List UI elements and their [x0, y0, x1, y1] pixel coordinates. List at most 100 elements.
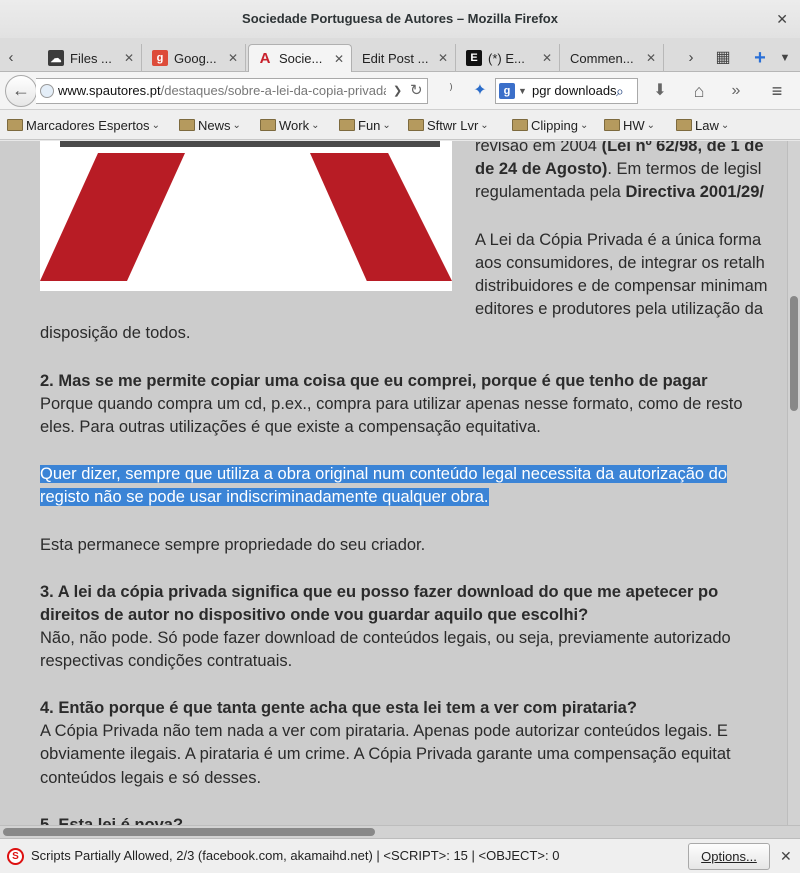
- tab-label: Goog...: [174, 50, 217, 66]
- tab-scroll-left-icon[interactable]: ‹: [0, 44, 22, 72]
- paragraph-line: aos consumidores, de integrar os retalh: [475, 254, 765, 272]
- question-heading: direitos de autor no dispositivo onde vo…: [40, 606, 589, 624]
- google-search-icon: g: [499, 83, 515, 99]
- paragraph-line: A Lei da Cópia Privada é a única forma: [475, 231, 762, 249]
- folder-icon: [408, 119, 424, 131]
- bookmark-folder-law[interactable]: Law ⌄: [676, 115, 729, 135]
- e-logo-icon: E: [466, 50, 482, 66]
- paragraph-line: editores e produtores pela utilização da: [475, 300, 764, 318]
- tab-label: Edit Post ...: [362, 50, 429, 66]
- download-icon[interactable]: ⬇: [650, 80, 670, 102]
- folder-icon: [179, 119, 195, 131]
- horizontal-scrollbar[interactable]: [0, 825, 800, 838]
- search-engine-dropdown-icon[interactable]: ▼: [518, 79, 527, 103]
- noscript-notification-bar: S Scripts Partially Allowed, 2/3 (facebo…: [0, 838, 800, 873]
- paragraph-line: distribuidores e de compensar minimam: [475, 277, 768, 295]
- page-content: revisão em 2004 (Lei nº 62/98, de 1 de d…: [0, 141, 787, 825]
- tab-close-icon[interactable]: ✕: [121, 51, 137, 65]
- cloud-icon: ☁: [48, 50, 64, 66]
- selected-text-line[interactable]: registo não se pode usar indiscriminadam…: [40, 486, 489, 509]
- chevron-down-icon: ⌄: [480, 119, 489, 131]
- chevron-down-icon: ⌄: [720, 119, 730, 131]
- chevron-down-icon: ⌄: [311, 119, 320, 131]
- tab-label: (*) E...: [488, 50, 525, 66]
- google-icon: g: [152, 50, 168, 66]
- paragraph-line: disposição de todos.: [40, 324, 191, 342]
- tab-google[interactable]: g Goog... ✕: [144, 44, 246, 72]
- url-path: /destaques/sobre-a-lei-da-copia-privada: [160, 83, 386, 98]
- noscript-icon: S: [7, 848, 24, 865]
- close-icon[interactable]: ✕: [780, 839, 792, 873]
- url-dropdown-icon[interactable]: ❯: [393, 79, 402, 103]
- paragraph-line: regulamentada pela Directiva 2001/29/: [475, 183, 764, 201]
- paragraph-line: Não, não pode. Só pode fazer download de…: [40, 629, 731, 647]
- tab-close-icon[interactable]: ✕: [331, 52, 347, 66]
- tab-label: Socie...: [279, 51, 323, 66]
- window-title: Sociedade Portuguesa de Autores – Mozill…: [242, 11, 558, 26]
- tab-scroll-right-icon[interactable]: ›: [680, 44, 702, 72]
- tab-groups-icon[interactable]: ▦: [712, 44, 734, 72]
- tab-list-icon[interactable]: ▼: [774, 44, 796, 72]
- horizontal-scroll-thumb[interactable]: [3, 828, 375, 836]
- bird-icon[interactable]: ✦: [470, 80, 490, 102]
- paragraph-line: conteúdos legais e só desses.: [40, 769, 262, 787]
- question-heading: 3. A lei da cópia privada significa que …: [40, 583, 719, 601]
- overflow-chevron-icon[interactable]: »: [726, 80, 746, 102]
- menu-icon[interactable]: ≡: [766, 80, 788, 102]
- bookmark-folder-hw[interactable]: HW ⌄: [604, 115, 655, 135]
- vertical-scroll-thumb[interactable]: [790, 296, 798, 411]
- question-heading: 2. Mas se me permite copiar uma coisa qu…: [40, 372, 708, 390]
- tab-edit-post[interactable]: Edit Post ... ✕: [354, 44, 456, 72]
- chevron-down-icon: ⌄: [382, 119, 391, 131]
- search-icon[interactable]: ⌕: [616, 82, 634, 100]
- folder-icon: [260, 119, 276, 131]
- search-bar[interactable]: g ▼ pgr downloads ⌕: [495, 78, 638, 104]
- tab-sociedade[interactable]: A Socie... ✕: [248, 44, 352, 72]
- question-heading: 4. Então porque é que tanta gente acha q…: [40, 699, 637, 717]
- bookmark-folder-sftwr[interactable]: Sftwr Lvr ⌄: [408, 115, 489, 135]
- paragraph-line: de 24 de Agosto). Em termos de legisl: [475, 160, 762, 178]
- home-icon[interactable]: ⌂: [688, 80, 710, 102]
- bookmark-folder-news[interactable]: News ⌄: [179, 115, 241, 135]
- selected-text-line[interactable]: Quer dizer, sempre que utiliza a obra or…: [40, 463, 727, 486]
- folder-icon: [512, 119, 528, 131]
- vertical-scrollbar[interactable]: [787, 141, 800, 825]
- paragraph-line: respectivas condições contratuais.: [40, 652, 293, 670]
- reload-icon[interactable]: ↻: [410, 79, 423, 103]
- tab-close-icon[interactable]: ✕: [643, 51, 659, 65]
- search-input[interactable]: pgr downloads: [532, 79, 617, 103]
- bookmark-folder-work[interactable]: Work ⌄: [260, 115, 320, 135]
- navigation-bar: ← www.spautores.pt/destaques/sobre-a-lei…: [0, 72, 800, 110]
- bookmarks-toolbar: Marcadores Espertos ⌄ News ⌄ Work ⌄ Fun ⌄ Sf…: [0, 110, 800, 140]
- paragraph-line: obviamente ilegais. A pirataria é um cri…: [40, 745, 731, 763]
- tab-close-icon[interactable]: ✕: [539, 51, 555, 65]
- back-arrow-icon: ←: [12, 80, 30, 100]
- back-button[interactable]: ←: [5, 75, 37, 107]
- chevron-down-icon: ⌄: [151, 119, 160, 131]
- bookmark-folder-marcadores[interactable]: Marcadores Espertos ⌄: [7, 115, 160, 135]
- chevron-down-icon: ⌄: [646, 119, 656, 131]
- bookmark-folder-fun[interactable]: Fun ⌄: [339, 115, 391, 135]
- folder-icon: [676, 119, 692, 131]
- chevron-down-icon: ⌄: [579, 119, 589, 131]
- noscript-status-text: Scripts Partially Allowed, 2/3 (facebook…: [31, 848, 560, 863]
- paragraph-line: revisão em 2004 (Lei nº 62/98, de 1 de: [475, 141, 764, 155]
- tab-e[interactable]: E (*) E... ✕: [458, 44, 560, 72]
- bookmark-folder-clipping[interactable]: Clipping ⌄: [512, 115, 588, 135]
- tab-comments[interactable]: Commen... ✕: [562, 44, 664, 72]
- tab-close-icon[interactable]: ✕: [225, 51, 241, 65]
- rss-icon[interactable]: ⁾: [441, 80, 461, 102]
- globe-icon: [40, 84, 54, 98]
- spa-logo-icon: A: [259, 50, 271, 67]
- url-domain: www.spautores.pt: [58, 83, 161, 98]
- browser-window: Sociedade Portuguesa de Autores – Mozill…: [0, 0, 800, 873]
- tab-close-icon[interactable]: ✕: [435, 51, 451, 65]
- window-close-icon[interactable]: ✕: [776, 0, 788, 38]
- tab-bar: ‹ ☁ Files ... ✕ g Goog... ✕ A Socie... ✕…: [0, 38, 800, 72]
- options-button[interactable]: Options...: [688, 843, 770, 870]
- tab-label: Files ...: [70, 50, 112, 66]
- new-tab-icon[interactable]: +: [749, 44, 771, 72]
- tab-files[interactable]: ☁ Files ... ✕: [40, 44, 142, 72]
- folder-icon: [7, 119, 23, 131]
- url-bar[interactable]: www.spautores.pt/destaques/sobre-a-lei-d…: [36, 78, 428, 104]
